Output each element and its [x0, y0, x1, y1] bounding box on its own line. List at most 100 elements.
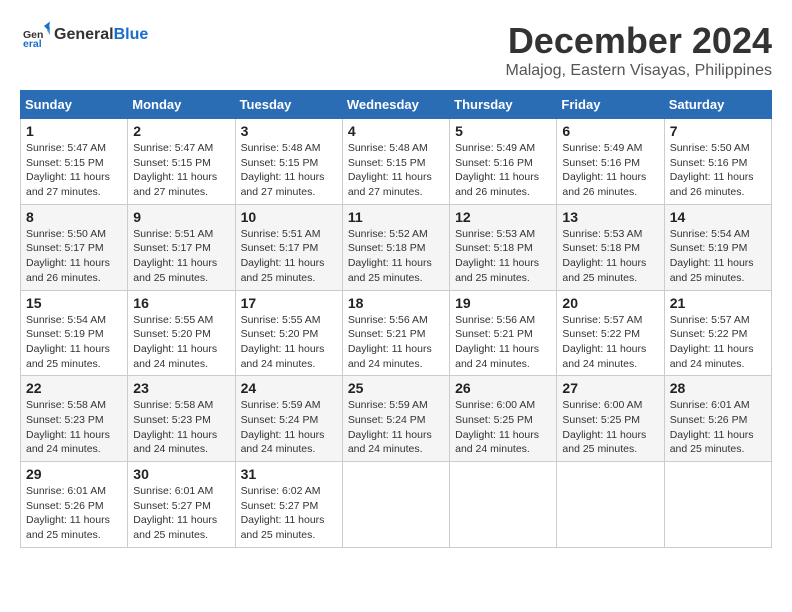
calendar-cell: 26Sunrise: 6:00 AM Sunset: 5:25 PM Dayli…: [450, 376, 557, 462]
calendar-table: SundayMondayTuesdayWednesdayThursdayFrid…: [20, 90, 772, 548]
calendar-cell: 12Sunrise: 5:53 AM Sunset: 5:18 PM Dayli…: [450, 204, 557, 290]
calendar-cell: 18 Sunrise: 5:56 AM Sunset: 5:21 PM Dayli…: [342, 290, 449, 376]
calendar-cell: 17Sunrise: 5:55 AM Sunset: 5:20 PM Dayli…: [235, 290, 342, 376]
day-info: Sunrise: 5:59 AM Sunset: 5:24 PM Dayligh…: [241, 398, 337, 457]
calendar-cell: 19 Sunrise: 5:56 AM Sunset: 5:21 PM Dayli…: [450, 290, 557, 376]
day-info: Sunrise: 5:56 AM Sunset: 5:21 PM Dayligh…: [348, 313, 444, 372]
day-info: Sunrise: 5:51 AM Sunset: 5:17 PM Dayligh…: [133, 227, 229, 286]
calendar-cell: 22Sunrise: 5:58 AM Sunset: 5:23 PM Dayli…: [21, 376, 128, 462]
day-info: Sunrise: 5:58 AM Sunset: 5:23 PM Dayligh…: [133, 398, 229, 457]
day-number: 29: [26, 466, 122, 482]
day-number: 3: [241, 123, 337, 139]
day-number: 7: [670, 123, 766, 139]
calendar-cell: 8 Sunrise: 5:50 AM Sunset: 5:17 PM Daylig…: [21, 204, 128, 290]
calendar-cell: 20 Sunrise: 5:57 AM Sunset: 5:22 PM Dayli…: [557, 290, 664, 376]
day-info: Sunrise: 5:47 AM Sunset: 5:15 PM Dayligh…: [133, 141, 229, 200]
day-info: Sunrise: 5:57 AM Sunset: 5:22 PM Dayligh…: [562, 313, 658, 372]
calendar-cell: 14 Sunrise: 5:54 AM Sunset: 5:19 PM Dayli…: [664, 204, 771, 290]
calendar-cell: 25Sunrise: 5:59 AM Sunset: 5:24 PM Dayli…: [342, 376, 449, 462]
day-info: Sunrise: 5:56 AM Sunset: 5:21 PM Dayligh…: [455, 313, 551, 372]
calendar-day-header: Monday: [128, 91, 235, 119]
day-number: 4: [348, 123, 444, 139]
calendar-cell: 28 Sunrise: 6:01 AM Sunset: 5:26 PM Dayli…: [664, 376, 771, 462]
calendar-cell: 27 Sunrise: 6:00 AM Sunset: 5:25 PM Dayli…: [557, 376, 664, 462]
day-number: 9: [133, 209, 229, 225]
day-number: 26: [455, 380, 551, 396]
day-info: Sunrise: 5:49 AM Sunset: 5:16 PM Dayligh…: [455, 141, 551, 200]
day-number: 19: [455, 295, 551, 311]
calendar-cell: 31Sunrise: 6:02 AM Sunset: 5:27 PM Dayli…: [235, 462, 342, 548]
calendar-day-header: Saturday: [664, 91, 771, 119]
day-info: Sunrise: 5:59 AM Sunset: 5:24 PM Dayligh…: [348, 398, 444, 457]
day-info: Sunrise: 5:57 AM Sunset: 5:22 PM Dayligh…: [670, 313, 766, 372]
calendar-day-header: Sunday: [21, 91, 128, 119]
day-info: Sunrise: 5:49 AM Sunset: 5:16 PM Dayligh…: [562, 141, 658, 200]
calendar-cell: 29Sunrise: 6:01 AM Sunset: 5:26 PM Dayli…: [21, 462, 128, 548]
day-info: Sunrise: 6:01 AM Sunset: 5:26 PM Dayligh…: [670, 398, 766, 457]
day-number: 18: [348, 295, 444, 311]
day-info: Sunrise: 5:48 AM Sunset: 5:15 PM Dayligh…: [241, 141, 337, 200]
calendar-cell: 3 Sunrise: 5:48 AM Sunset: 5:15 PM Daylig…: [235, 119, 342, 205]
day-number: 13: [562, 209, 658, 225]
svg-text:eral: eral: [23, 38, 42, 50]
day-number: 1: [26, 123, 122, 139]
day-info: Sunrise: 5:50 AM Sunset: 5:17 PM Dayligh…: [26, 227, 122, 286]
day-info: Sunrise: 5:53 AM Sunset: 5:18 PM Dayligh…: [562, 227, 658, 286]
logo-text: GeneralBlue: [54, 27, 148, 43]
calendar-week-row: 22 Sunrise: 5:58 AM Sunset: 5:23 PM Dayli…: [21, 376, 772, 462]
day-info: Sunrise: 5:54 AM Sunset: 5:19 PM Dayligh…: [670, 227, 766, 286]
calendar-day-header: Tuesday: [235, 91, 342, 119]
day-number: 24: [241, 380, 337, 396]
day-info: Sunrise: 6:01 AM Sunset: 5:27 PM Dayligh…: [133, 484, 229, 543]
calendar-cell: 5 Sunrise: 5:49 AM Sunset: 5:16 PM Daylig…: [450, 119, 557, 205]
day-number: 22: [26, 380, 122, 396]
calendar-cell: 15Sunrise: 5:54 AM Sunset: 5:19 PM Dayli…: [21, 290, 128, 376]
calendar-cell: 6Sunrise: 5:49 AM Sunset: 5:16 PM Daylig…: [557, 119, 664, 205]
day-info: Sunrise: 5:55 AM Sunset: 5:20 PM Dayligh…: [241, 313, 337, 372]
day-number: 27: [562, 380, 658, 396]
calendar-week-row: 29Sunrise: 6:01 AM Sunset: 5:26 PM Dayli…: [21, 462, 772, 548]
day-info: Sunrise: 5:51 AM Sunset: 5:17 PM Dayligh…: [241, 227, 337, 286]
day-info: Sunrise: 6:00 AM Sunset: 5:25 PM Dayligh…: [562, 398, 658, 457]
day-info: Sunrise: 5:53 AM Sunset: 5:18 PM Dayligh…: [455, 227, 551, 286]
logo-general: General: [54, 26, 114, 43]
title-area: December 2024 Malajog, Eastern Visayas, …: [505, 20, 772, 80]
calendar-header-row: SundayMondayTuesdayWednesdayThursdayFrid…: [21, 91, 772, 119]
calendar-week-row: 1 Sunrise: 5:47 AM Sunset: 5:15 PM Daylig…: [21, 119, 772, 205]
day-number: 10: [241, 209, 337, 225]
day-info: Sunrise: 5:55 AM Sunset: 5:20 PM Dayligh…: [133, 313, 229, 372]
day-number: 21: [670, 295, 766, 311]
calendar-cell: [342, 462, 449, 548]
day-number: 14: [670, 209, 766, 225]
day-info: Sunrise: 5:48 AM Sunset: 5:15 PM Dayligh…: [348, 141, 444, 200]
calendar-day-header: Wednesday: [342, 91, 449, 119]
logo: Gen eral GeneralBlue: [20, 20, 148, 50]
calendar-day-header: Thursday: [450, 91, 557, 119]
calendar-cell: 11Sunrise: 5:52 AM Sunset: 5:18 PM Dayli…: [342, 204, 449, 290]
calendar-cell: 4 Sunrise: 5:48 AM Sunset: 5:15 PM Daylig…: [342, 119, 449, 205]
calendar-cell: 24 Sunrise: 5:59 AM Sunset: 5:24 PM Dayli…: [235, 376, 342, 462]
calendar-cell: 23Sunrise: 5:58 AM Sunset: 5:23 PM Dayli…: [128, 376, 235, 462]
day-number: 30: [133, 466, 229, 482]
calendar-cell: 7 Sunrise: 5:50 AM Sunset: 5:16 PM Daylig…: [664, 119, 771, 205]
day-info: Sunrise: 5:54 AM Sunset: 5:19 PM Dayligh…: [26, 313, 122, 372]
day-number: 8: [26, 209, 122, 225]
day-info: Sunrise: 5:47 AM Sunset: 5:15 PM Dayligh…: [26, 141, 122, 200]
calendar-cell: 21 Sunrise: 5:57 AM Sunset: 5:22 PM Dayli…: [664, 290, 771, 376]
subtitle: Malajog, Eastern Visayas, Philippines: [505, 62, 772, 80]
calendar-cell: 9 Sunrise: 5:51 AM Sunset: 5:17 PM Daylig…: [128, 204, 235, 290]
day-number: 31: [241, 466, 337, 482]
calendar-week-row: 15Sunrise: 5:54 AM Sunset: 5:19 PM Dayli…: [21, 290, 772, 376]
calendar-cell: 1 Sunrise: 5:47 AM Sunset: 5:15 PM Daylig…: [21, 119, 128, 205]
calendar-cell: [664, 462, 771, 548]
day-info: Sunrise: 5:50 AM Sunset: 5:16 PM Dayligh…: [670, 141, 766, 200]
calendar-cell: [450, 462, 557, 548]
day-number: 2: [133, 123, 229, 139]
day-number: 28: [670, 380, 766, 396]
calendar-cell: 2 Sunrise: 5:47 AM Sunset: 5:15 PM Daylig…: [128, 119, 235, 205]
day-number: 5: [455, 123, 551, 139]
calendar-week-row: 8 Sunrise: 5:50 AM Sunset: 5:17 PM Daylig…: [21, 204, 772, 290]
day-number: 20: [562, 295, 658, 311]
calendar-cell: [557, 462, 664, 548]
calendar-cell: 10 Sunrise: 5:51 AM Sunset: 5:17 PM Dayli…: [235, 204, 342, 290]
